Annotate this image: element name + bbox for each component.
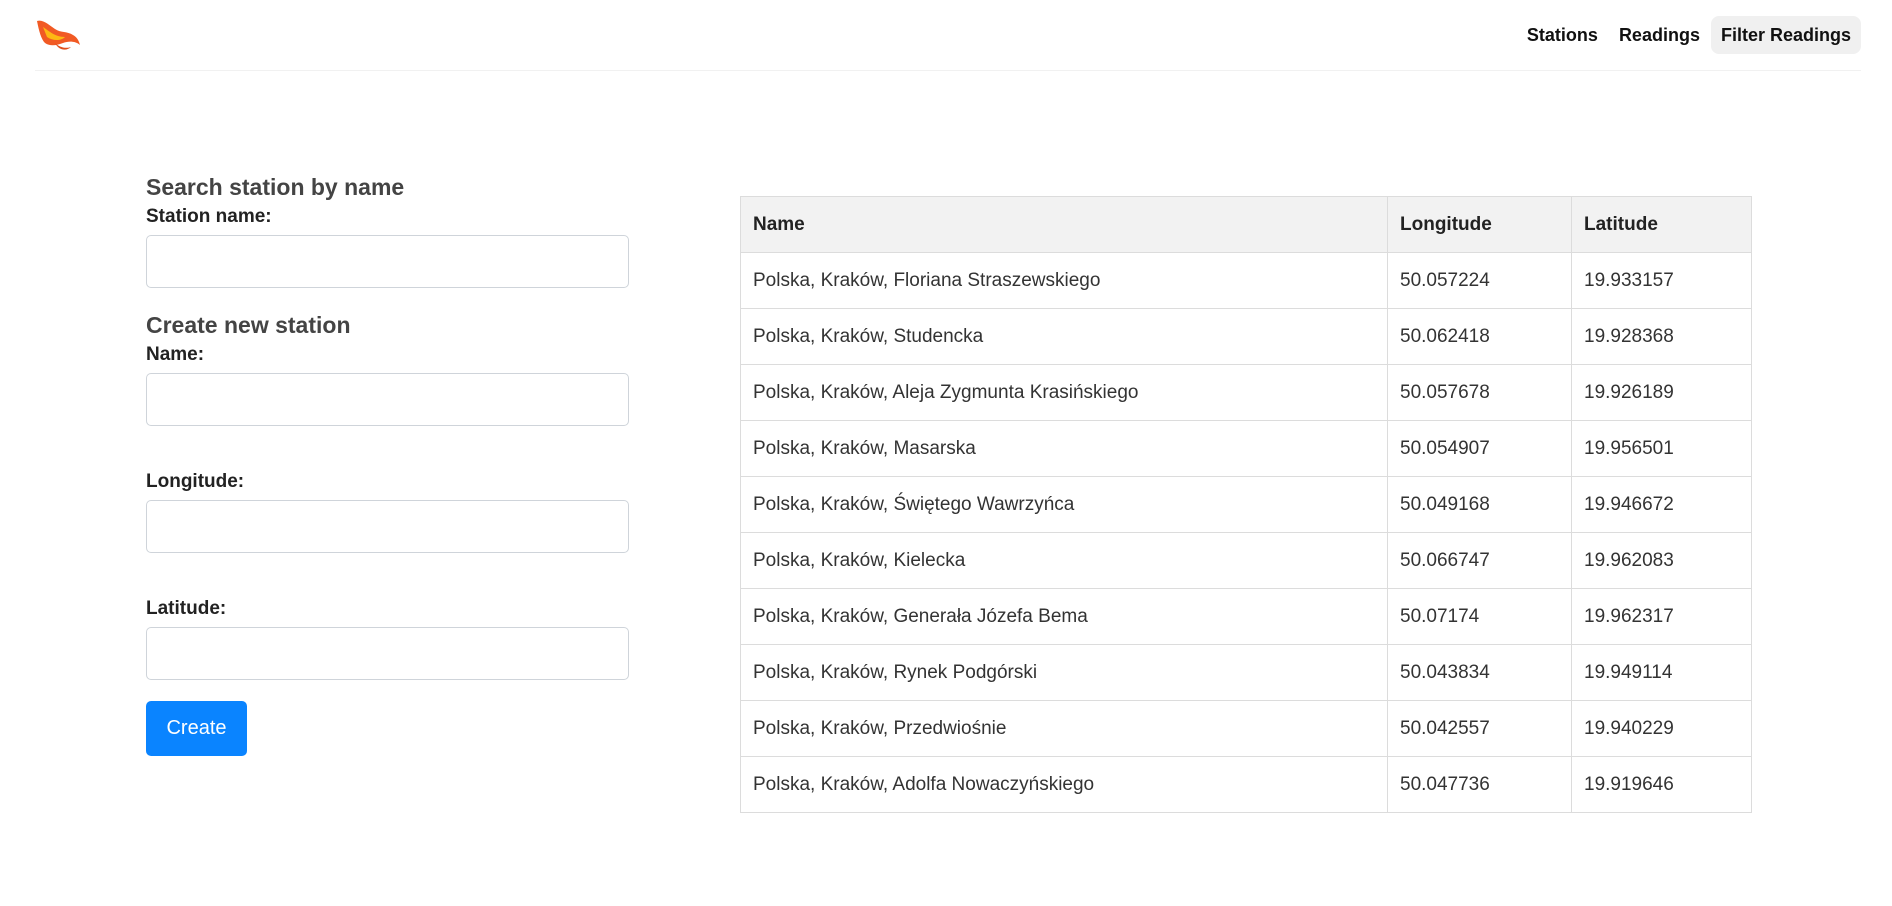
cell-longitude: 50.043834 — [1387, 644, 1572, 701]
table-row: Polska, Kraków, Adolfa Nowaczyńskiego 50… — [740, 756, 1752, 813]
main-nav: Stations Readings Filter Readings — [1516, 16, 1861, 54]
search-section-title: Search station by name — [146, 174, 405, 200]
cell-latitude: 19.962317 — [1571, 588, 1752, 645]
phoenix-flame-icon[interactable] — [35, 17, 81, 51]
cell-longitude: 50.07174 — [1387, 588, 1572, 645]
cell-latitude: 19.946672 — [1571, 476, 1752, 533]
name-label: Name: — [146, 344, 205, 365]
table-header-row: Name Longitude Latitude — [740, 196, 1752, 253]
cell-name: Polska, Kraków, Świętego Wawrzyńca — [740, 476, 1388, 533]
longitude-input[interactable] — [146, 500, 629, 553]
table-row: Polska, Kraków, Świętego Wawrzyńca 50.04… — [740, 476, 1752, 533]
create-button[interactable]: Create — [146, 701, 247, 756]
cell-latitude: 19.940229 — [1571, 700, 1752, 757]
header-longitude: Longitude — [1387, 196, 1572, 253]
table-row: Polska, Kraków, Przedwiośnie 50.042557 1… — [740, 700, 1752, 757]
cell-name: Polska, Kraków, Studencka — [740, 308, 1388, 365]
longitude-label: Longitude: — [146, 471, 245, 492]
latitude-input[interactable] — [146, 627, 629, 680]
nav-readings[interactable]: Readings — [1609, 16, 1710, 54]
cell-latitude: 19.933157 — [1571, 252, 1752, 309]
cell-name: Polska, Kraków, Przedwiośnie — [740, 700, 1388, 757]
table-row: Polska, Kraków, Aleja Zygmunta Krasiński… — [740, 364, 1752, 421]
cell-name: Polska, Kraków, Floriana Straszewskiego — [740, 252, 1388, 309]
cell-longitude: 50.047736 — [1387, 756, 1572, 813]
stations-table: Name Longitude Latitude Polska, Kraków, … — [740, 196, 1752, 813]
create-section-title: Create new station — [146, 312, 351, 338]
cell-latitude: 19.962083 — [1571, 532, 1752, 589]
header-latitude: Latitude — [1571, 196, 1752, 253]
cell-latitude: 19.926189 — [1571, 364, 1752, 421]
header-name: Name — [740, 196, 1388, 253]
cell-longitude: 50.054907 — [1387, 420, 1572, 477]
cell-longitude: 50.057224 — [1387, 252, 1572, 309]
station-forms: Search station by name Station name: Cre… — [146, 172, 629, 756]
cell-name: Polska, Kraków, Generała Józefa Bema — [740, 588, 1388, 645]
nav-stations[interactable]: Stations — [1517, 16, 1608, 54]
table-row: Polska, Kraków, Kielecka 50.066747 19.96… — [740, 532, 1752, 589]
cell-longitude: 50.049168 — [1387, 476, 1572, 533]
top-navbar: Stations Readings Filter Readings — [35, 0, 1861, 71]
station-name-search-input[interactable] — [146, 235, 629, 288]
station-name-label: Station name: — [146, 206, 272, 227]
cell-name: Polska, Kraków, Aleja Zygmunta Krasiński… — [740, 364, 1388, 421]
cell-longitude: 50.057678 — [1387, 364, 1572, 421]
cell-latitude: 19.928368 — [1571, 308, 1752, 365]
cell-latitude: 19.956501 — [1571, 420, 1752, 477]
table-row: Polska, Kraków, Studencka 50.062418 19.9… — [740, 308, 1752, 365]
cell-longitude: 50.062418 — [1387, 308, 1572, 365]
nav-filter-readings[interactable]: Filter Readings — [1710, 16, 1861, 54]
latitude-label: Latitude: — [146, 598, 227, 619]
table-row: Polska, Kraków, Rynek Podgórski 50.04383… — [740, 644, 1752, 701]
cell-longitude: 50.042557 — [1387, 700, 1572, 757]
cell-latitude: 19.949114 — [1571, 644, 1752, 701]
table-row: Polska, Kraków, Masarska 50.054907 19.95… — [740, 420, 1752, 477]
cell-name: Polska, Kraków, Rynek Podgórski — [740, 644, 1388, 701]
cell-name: Polska, Kraków, Masarska — [740, 420, 1388, 477]
name-input[interactable] — [146, 373, 629, 426]
cell-latitude: 19.919646 — [1571, 756, 1752, 813]
cell-name: Polska, Kraków, Adolfa Nowaczyńskiego — [740, 756, 1388, 813]
table-row: Polska, Kraków, Floriana Straszewskiego … — [740, 252, 1752, 309]
table-row: Polska, Kraków, Generała Józefa Bema 50.… — [740, 588, 1752, 645]
cell-longitude: 50.066747 — [1387, 532, 1572, 589]
cell-name: Polska, Kraków, Kielecka — [740, 532, 1388, 589]
